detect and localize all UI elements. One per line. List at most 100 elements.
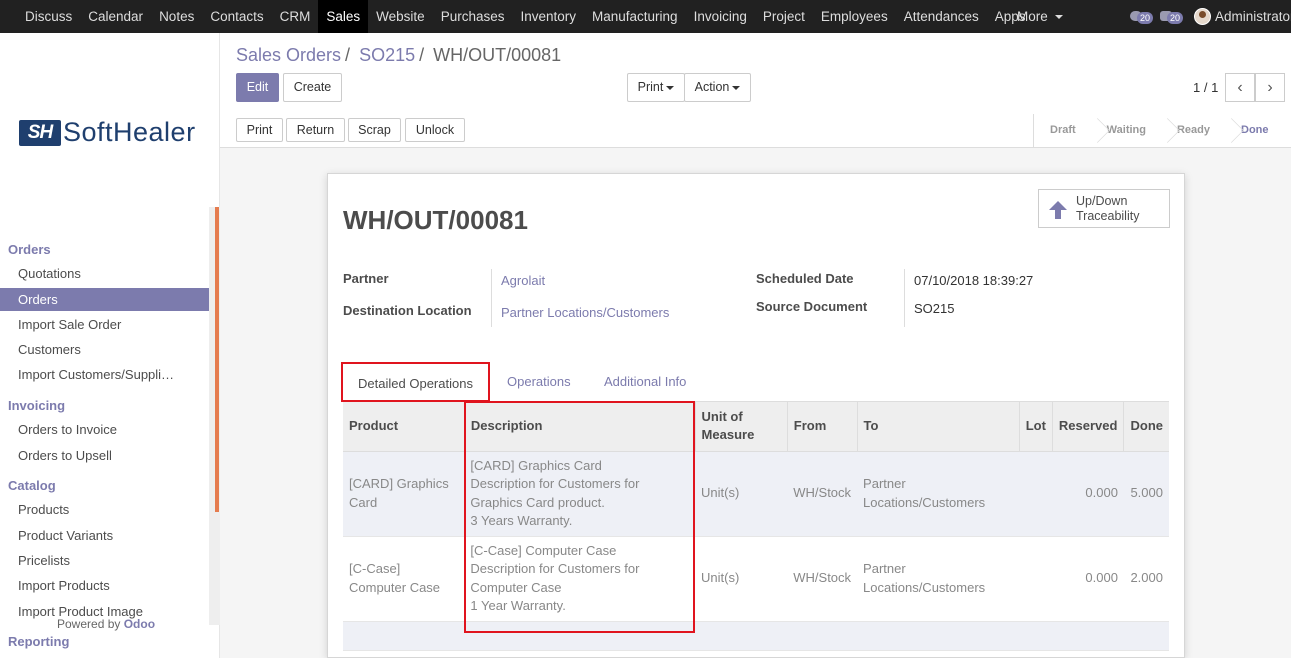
return-button[interactable]: Return [286, 118, 345, 142]
pager-previous-button[interactable]: ‹ [1225, 73, 1255, 102]
menu-employees[interactable]: Employees [813, 0, 896, 33]
cell-to: Partner Locations/Customers [857, 451, 1020, 537]
traceability-label-line2: Traceability [1076, 209, 1140, 223]
menu-website[interactable]: Website [368, 0, 433, 33]
menu-manufacturing[interactable]: Manufacturing [584, 0, 686, 33]
tab-operations[interactable]: Operations [507, 362, 571, 402]
sidebar-item-orders-to-invoice[interactable]: Orders to Invoice [0, 418, 209, 441]
menu-discuss[interactable]: Discuss [17, 0, 80, 33]
user-avatar[interactable] [1194, 8, 1211, 25]
menu-crm[interactable]: CRM [272, 0, 319, 33]
col-unit-of-measure[interactable]: Unit of Measure [695, 402, 788, 452]
menu-more[interactable]: More [1009, 0, 1071, 33]
activities-button[interactable]: 20 [1130, 8, 1154, 24]
table-row[interactable]: [C-Case] Computer Case [C-Case] Computer… [343, 536, 1169, 622]
cell-reserved: 0.000 [1052, 451, 1124, 537]
empty-cell [1123, 621, 1169, 651]
tab-detailed-operations[interactable]: Detailed Operations [341, 362, 490, 402]
status-draft: Draft [1050, 124, 1076, 136]
sidebar-section-orders: Orders [8, 242, 51, 257]
breadcrumb-sales-orders[interactable]: Sales Orders [236, 45, 341, 65]
action-dropdown[interactable]: Action [684, 73, 751, 102]
odoo-link[interactable]: Odoo [124, 617, 155, 631]
col-description[interactable]: Description [464, 402, 696, 452]
sidebar-item-import-customers[interactable]: Import Customers/Suppli… [0, 363, 209, 386]
menu-notes[interactable]: Notes [151, 0, 202, 33]
pager-next-button[interactable]: › [1255, 73, 1285, 102]
col-from[interactable]: From [787, 402, 858, 452]
sidebar-scrollbar[interactable] [209, 207, 220, 625]
source-document-field: SO215 [914, 301, 955, 316]
table-row[interactable]: [CARD] Graphics Card [CARD] Graphics Car… [343, 451, 1169, 537]
field-divider [491, 269, 492, 327]
powered-by: Powered by Odoo [57, 617, 155, 631]
cell-from: WH/Stock [787, 536, 858, 622]
menu-project[interactable]: Project [755, 0, 813, 33]
description-line: Computer Case [470, 579, 562, 595]
sidebar-item-quotations[interactable]: Quotations [0, 262, 209, 285]
sidebar-item-pricelists[interactable]: Pricelists [0, 549, 209, 572]
sidebar-section-reporting[interactable]: Reporting [8, 634, 69, 649]
description-line: Graphics Card product. [470, 494, 605, 510]
destination-location-field[interactable]: Partner Locations/Customers [501, 305, 669, 320]
menu-purchases[interactable]: Purchases [433, 0, 513, 33]
partner-field[interactable]: Agrolait [501, 273, 545, 288]
col-product[interactable]: Product [343, 402, 465, 452]
cell-description: [CARD] Graphics Card Description for Cus… [464, 451, 696, 537]
print-button[interactable]: Print [236, 118, 283, 142]
empty-cell [695, 621, 788, 651]
cell-description: [C-Case] Computer Case Description for C… [464, 536, 696, 622]
sidebar-item-import-sale-order[interactable]: Import Sale Order [0, 313, 209, 336]
cell-product: [CARD] Graphics Card [343, 451, 465, 537]
sidebar-item-import-products[interactable]: Import Products [0, 574, 209, 597]
empty-cell [1052, 621, 1124, 651]
menu-invoicing[interactable]: Invoicing [686, 0, 755, 33]
sidebar-item-orders[interactable]: Orders [0, 288, 209, 311]
scheduled-date-field: 07/10/2018 18:39:27 [914, 273, 1034, 288]
cell-done: 2.000 [1123, 536, 1169, 622]
menu-inventory[interactable]: Inventory [512, 0, 584, 33]
field-divider [904, 269, 905, 327]
col-to[interactable]: To [857, 402, 1020, 452]
activities-count: 20 [1137, 12, 1154, 24]
more-label: More [1017, 9, 1048, 24]
traceability-button[interactable]: Up/Down Traceability [1038, 189, 1170, 228]
logo-mark: SH [19, 119, 61, 146]
chevron-right-icon: › [1267, 79, 1273, 96]
empty-cell [1019, 621, 1053, 651]
sidebar-item-product-variants[interactable]: Product Variants [0, 524, 209, 547]
menu-contacts[interactable]: Contacts [202, 0, 271, 33]
scheduled-date-label: Scheduled Date [756, 271, 854, 286]
tab-additional-info[interactable]: Additional Info [604, 362, 686, 402]
sidebar-section-catalog: Catalog [8, 478, 56, 493]
sidebar-item-products[interactable]: Products [0, 498, 209, 521]
empty-cell [343, 621, 465, 651]
create-button[interactable]: Create [283, 73, 342, 102]
status-bar: Draft Waiting Ready Done [1033, 114, 1284, 147]
traceability-label-line1: Up/Down [1076, 194, 1128, 208]
messages-count: 20 [1167, 12, 1184, 24]
powered-prefix: Powered by [57, 617, 121, 631]
sidebar-item-orders-to-upsell[interactable]: Orders to Upsell [0, 444, 209, 467]
print-dropdown[interactable]: Print [627, 73, 685, 102]
col-done[interactable]: Done [1123, 402, 1169, 452]
empty-cell [464, 621, 696, 651]
table-header-row: Product Description Unit of Measure From… [343, 402, 1169, 452]
unlock-button[interactable]: Unlock [405, 118, 465, 142]
user-menu[interactable]: Administrator [1215, 0, 1291, 33]
status-ready: Ready [1161, 114, 1225, 147]
sidebar-item-customers[interactable]: Customers [0, 338, 209, 361]
caret-down-icon [1054, 15, 1063, 20]
cell-product: [C-Case] Computer Case [343, 536, 465, 622]
breadcrumb-so[interactable]: SO215 [359, 45, 415, 65]
menu-sales[interactable]: Sales [318, 0, 369, 33]
menu-calendar[interactable]: Calendar [80, 0, 151, 33]
col-reserved[interactable]: Reserved [1052, 402, 1125, 452]
breadcrumb-separator: / [419, 45, 425, 65]
col-lot[interactable]: Lot [1019, 402, 1053, 452]
scrap-button[interactable]: Scrap [348, 118, 401, 142]
messages-button[interactable]: 20 [1160, 8, 1184, 24]
edit-button[interactable]: Edit [236, 73, 279, 102]
scrollbar-thumb[interactable] [215, 207, 219, 512]
menu-attendances[interactable]: Attendances [896, 0, 987, 33]
